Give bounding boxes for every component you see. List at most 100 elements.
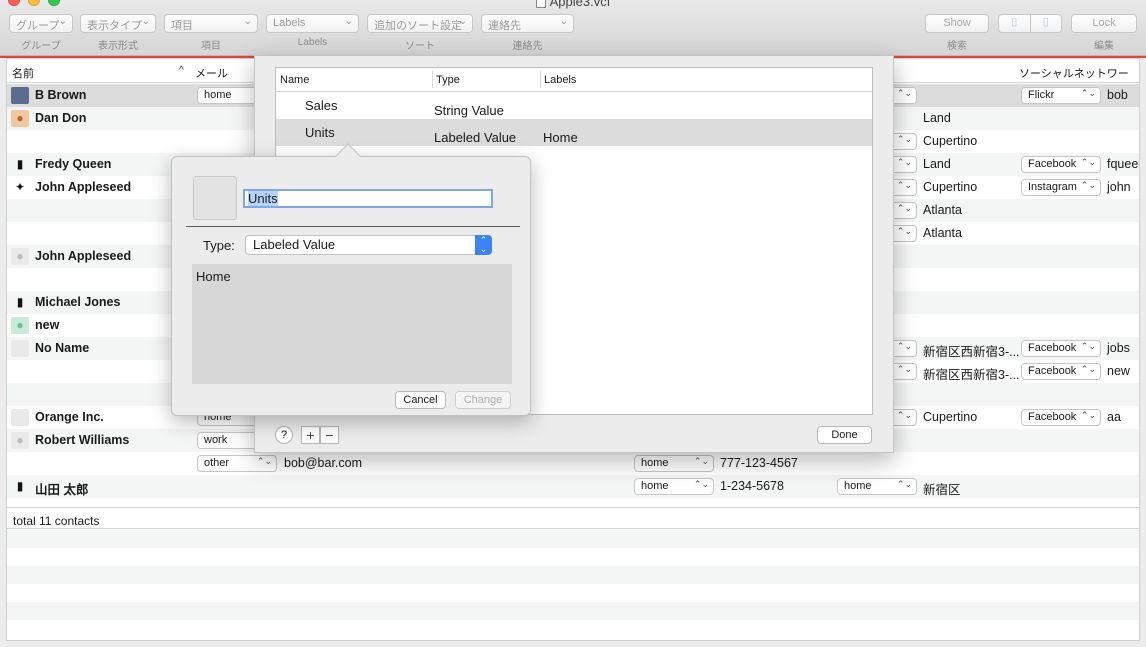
mail-value: bob@bar.com <box>284 456 363 470</box>
chevron-down-icon: ⌄ <box>58 16 67 27</box>
add-label-button[interactable]: + <box>301 426 320 444</box>
contact-name: Dan Don <box>35 111 87 125</box>
address-value: 新宿区 <box>923 483 961 497</box>
social-id: aa <box>1107 410 1121 424</box>
remove-label-button[interactable]: − <box>320 426 339 444</box>
chevron-updown-icon: ⌃⌄ <box>896 203 912 213</box>
contact-name: Michael Jones <box>35 295 121 309</box>
column-separator <box>540 71 541 88</box>
toolbar-sort: 追加のソート設定 ⌄ ソート <box>367 14 473 52</box>
contact-name: new <box>35 318 60 332</box>
label-type: String Value <box>434 103 504 118</box>
contacts-count: total 11 contacts <box>7 507 1139 529</box>
done-button[interactable]: Done <box>817 426 872 444</box>
chevron-updown-icon: ⌃⌄ <box>896 341 912 351</box>
toolbar-view-toggle: ▯ ▯ <box>998 14 1062 33</box>
contact-name: No Name <box>35 341 90 355</box>
toolbar-item: 項目 ⌄ 項目 <box>164 14 258 52</box>
show-button[interactable]: Show <box>925 14 989 33</box>
change-button[interactable]: Change <box>455 391 511 409</box>
sort-select[interactable]: 追加のソート設定 ⌄ <box>367 14 473 33</box>
contact-name: John Appleseed <box>35 249 132 263</box>
sidebar-right-icon[interactable]: ▯ <box>1031 15 1062 32</box>
chevron-down-icon: ⌄ <box>559 16 568 27</box>
address-label-select[interactable]: home ⌃⌄ <box>837 478 917 495</box>
empty-rows <box>7 530 1139 638</box>
contact-name: Robert Williams <box>35 433 130 447</box>
social-label-select[interactable]: Facebook ⌃⌄ <box>1021 340 1101 357</box>
contact-name: 山田 太郎 <box>35 483 89 497</box>
column-name-header[interactable]: 名前 <box>12 65 34 81</box>
labels-select[interactable]: Labels ⌄ <box>266 14 359 33</box>
building-icon <box>11 409 29 426</box>
label-name-field[interactable]: Units <box>243 189 493 208</box>
address-value: 新宿区西新宿3-... <box>923 368 1020 382</box>
empty-row <box>7 530 1139 548</box>
social-id: bob <box>1107 88 1128 102</box>
divider <box>186 226 520 227</box>
chevron-updown-icon: ⌃⌄ <box>896 479 912 489</box>
chevron-down-icon: ⌄ <box>141 16 150 27</box>
chevron-updown-icon: ⌃⌄ <box>693 456 709 466</box>
display-type-select[interactable]: 表示タイプ ⌄ <box>80 14 156 33</box>
group-caption: グループ <box>21 41 61 52</box>
chevron-updown-icon: ⌃⌄ <box>1080 88 1096 98</box>
help-button[interactable]: ? <box>275 426 293 444</box>
labels-col-labels[interactable]: Labels <box>544 74 576 86</box>
chevron-updown-icon: ⌃⌄ <box>896 226 912 236</box>
labels-row[interactable]: Units Labeled Value Home <box>276 119 872 146</box>
table-row[interactable]: ▮ 山田 太郎 home ⌃⌄ 1-234-5678 home ⌃⌄ 新宿区 <box>7 475 1139 498</box>
label-values-textarea[interactable]: Home <box>192 264 512 384</box>
empty-row <box>7 584 1139 602</box>
item-caption: 項目 <box>201 41 221 52</box>
sidebar-left-icon[interactable]: ▯ <box>999 15 1031 32</box>
default-avatar-icon: ● <box>11 317 29 334</box>
avatar <box>11 87 29 104</box>
type-label: Type: <box>203 238 235 253</box>
labels-table-header: Name Type Labels <box>276 68 872 92</box>
chevron-updown-icon: ⌃⌄ <box>1080 341 1096 351</box>
phone-value: 1-234-5678 <box>720 479 784 493</box>
cancel-button[interactable]: Cancel <box>395 391 446 409</box>
social-label-select[interactable]: Facebook ⌃⌄ <box>1021 156 1101 173</box>
labels-caption: Labels <box>297 37 328 48</box>
person-silhouette-icon: ▮ <box>16 157 24 171</box>
chevron-down-icon: ⌄ <box>243 16 252 27</box>
default-avatar-icon: ● <box>11 432 29 449</box>
social-label-select[interactable]: Facebook ⌃⌄ <box>1021 363 1101 380</box>
phone-label-select[interactable]: home ⌃⌄ <box>634 455 714 472</box>
search-caption: 検索 <box>947 41 967 52</box>
person-silhouette-icon: ▮ <box>16 295 24 309</box>
runner-icon: ✦ <box>14 180 26 194</box>
labels-col-type[interactable]: Type <box>436 74 460 86</box>
social-label-select[interactable]: Flickr ⌃⌄ <box>1021 87 1101 104</box>
social-label-select[interactable]: Instagram ⌃⌄ <box>1021 179 1101 196</box>
contacts-select[interactable]: 連絡先 ⌄ <box>481 14 574 33</box>
address-value: Cupertino <box>923 410 978 424</box>
address-value: Atlanta <box>923 226 962 240</box>
mail-label-select[interactable]: other ⌃⌄ <box>197 455 277 472</box>
address-value: Land <box>923 157 951 171</box>
social-label-select[interactable]: Facebook ⌃⌄ <box>1021 409 1101 426</box>
label-image-well[interactable] <box>193 176 237 220</box>
table-row[interactable]: other ⌃⌄ bob@bar.com home ⌃⌄ 777-123-4567 <box>7 452 1139 475</box>
view-toggle[interactable]: ▯ ▯ <box>998 14 1062 33</box>
edit-label-popover: Units Type: Labeled Value ⌃ ⌄ Home Cancel… <box>171 143 531 416</box>
contact-name: John Appleseed <box>35 180 132 194</box>
chevron-updown-icon: ⌃⌄ <box>475 235 492 255</box>
phone-label-select[interactable]: home ⌃⌄ <box>634 478 714 495</box>
mail-label-select[interactable]: home <box>197 87 257 104</box>
toolbar-labels: Labels ⌄ Labels <box>266 14 359 48</box>
address-value: 新宿区西新宿3-... <box>923 345 1020 359</box>
labels-col-name[interactable]: Name <box>280 74 309 86</box>
lock-button[interactable]: Lock <box>1071 14 1137 33</box>
contact-name: Orange Inc. <box>35 410 104 424</box>
chevron-updown-icon: ⌃⌄ <box>693 479 709 489</box>
group-select[interactable]: グループ ⌄ <box>9 14 73 33</box>
item-select[interactable]: 項目 ⌄ <box>164 14 258 33</box>
labels-row[interactable]: Sales String Value <box>276 92 872 119</box>
label-labels: Home <box>543 130 578 145</box>
type-select[interactable]: Labeled Value ⌃ ⌄ <box>245 235 492 255</box>
column-mail-header[interactable]: メール <box>195 65 228 81</box>
chevron-updown-icon: ⌃⌄ <box>256 456 272 466</box>
